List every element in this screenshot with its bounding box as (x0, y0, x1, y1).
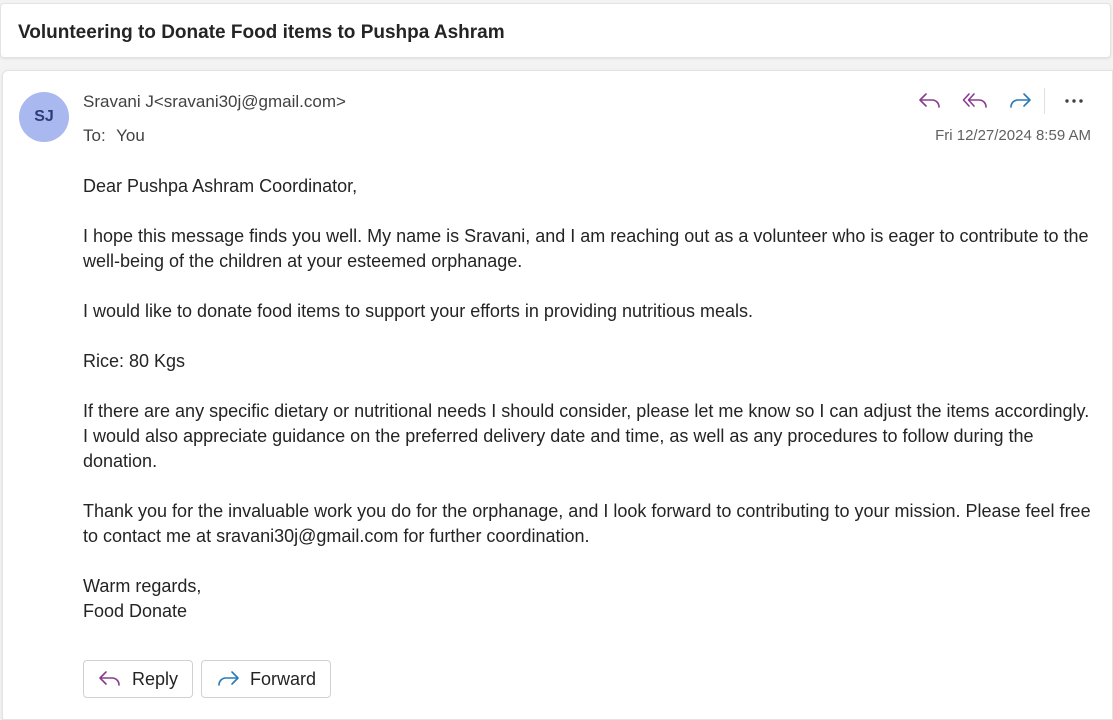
reply-icon (99, 671, 120, 686)
reply-all-icon (962, 93, 987, 108)
more-icon (1065, 99, 1083, 103)
reply-label: Reply (132, 668, 179, 689)
forward-button[interactable] (1000, 87, 1040, 115)
sender[interactable]: Sravani J<sravani30j@gmail.com> (83, 92, 346, 112)
email-subject: Volunteering to Donate Food items to Pus… (18, 22, 505, 43)
forward-icon (1010, 93, 1031, 108)
forward-icon (218, 671, 239, 686)
to-label: To: (83, 126, 106, 145)
body-paragraph: If there are any specific dietary or nut… (83, 401, 1090, 471)
sent-date: Fri 12/27/2024 8:59 AM (935, 127, 1091, 144)
actions-divider (1044, 88, 1045, 114)
body-paragraph: I hope this message finds you well. My n… (83, 226, 1089, 271)
reply-button[interactable] (910, 87, 950, 115)
body-paragraph: I would like to donate food items to sup… (83, 301, 754, 321)
closing: Warm regards, (83, 576, 202, 596)
forward-label: Forward (250, 668, 317, 689)
message-card: SJ Sravani J<sravani30j@gmail.com> To: Y… (2, 70, 1113, 720)
reply-icon (919, 93, 940, 108)
recipient-line: To: You (83, 126, 145, 146)
bottom-forward-button[interactable]: Forward (201, 660, 332, 698)
greeting: Dear Pushpa Ashram Coordinator, (83, 176, 358, 196)
more-actions-button[interactable] (1054, 87, 1094, 115)
subject-bar: Volunteering to Donate Food items to Pus… (0, 3, 1111, 58)
signature: Food Donate (83, 601, 188, 621)
reply-all-button[interactable] (955, 87, 995, 115)
reply-forward-bar: Reply Forward (83, 660, 339, 698)
message-actions (905, 87, 1094, 115)
recipient[interactable]: You (116, 126, 145, 145)
body-paragraph: Thank you for the invaluable work you do… (83, 501, 1091, 546)
avatar[interactable]: SJ (19, 92, 69, 142)
message-body: Dear Pushpa Ashram Coordinator, I hope t… (83, 174, 1093, 624)
donation-item: Rice: 80 Kgs (83, 351, 186, 371)
bottom-reply-button[interactable]: Reply (83, 660, 194, 698)
